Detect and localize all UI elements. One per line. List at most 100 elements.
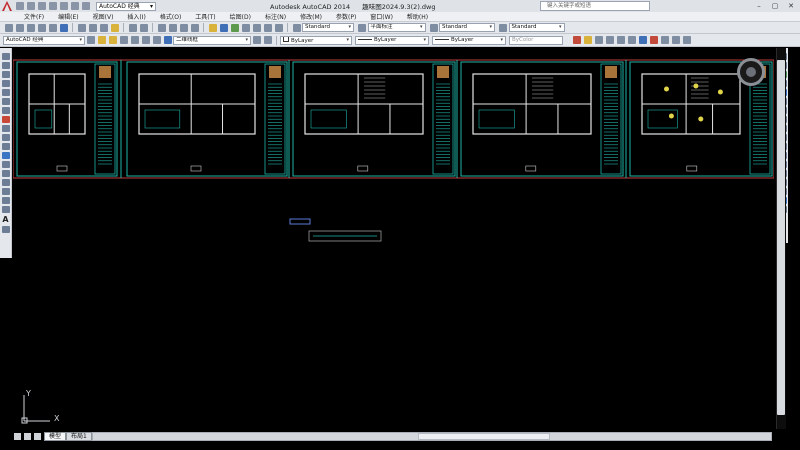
maximize-icon[interactable]: ▢ [770, 0, 780, 12]
cut-icon[interactable] [77, 23, 86, 32]
arc-icon[interactable] [1, 98, 10, 105]
zoom-realtime-icon[interactable] [168, 23, 177, 32]
menu-view[interactable]: 视图(V) [93, 12, 114, 21]
zoom-window-icon[interactable] [179, 23, 188, 32]
minimize-icon[interactable]: – [754, 0, 764, 12]
open-icon[interactable] [15, 23, 24, 32]
menu-draw[interactable]: 绘图(D) [230, 12, 251, 21]
menu-tools[interactable]: 工具(T) [195, 12, 215, 21]
paste-icon[interactable] [99, 23, 108, 32]
workspace-switcher[interactable]: AutoCAD 经典 ▾ [96, 1, 156, 11]
new-icon[interactable] [4, 23, 13, 32]
preview-icon[interactable] [48, 23, 57, 32]
drawing-canvas[interactable] [13, 48, 774, 429]
point-icon[interactable] [1, 170, 10, 177]
quickcalc-icon[interactable] [263, 23, 272, 32]
circle-icon[interactable] [1, 107, 10, 114]
plot-icon[interactable] [60, 2, 68, 10]
redo-icon[interactable] [139, 23, 148, 32]
polygon-icon[interactable] [1, 80, 10, 87]
gradient-icon[interactable] [1, 188, 10, 195]
revision-cloud-icon[interactable] [1, 116, 10, 123]
save-icon[interactable] [38, 2, 46, 10]
make-current-icon[interactable] [252, 36, 261, 44]
view-right-icon[interactable] [627, 36, 636, 44]
new-file-icon[interactable] [16, 2, 24, 10]
table-icon[interactable] [1, 206, 10, 213]
next-tab-icon[interactable] [34, 433, 41, 440]
view-front-icon[interactable] [594, 36, 603, 44]
add-selected-icon[interactable] [1, 226, 10, 233]
save-icon[interactable] [26, 23, 35, 32]
help-icon[interactable] [274, 23, 283, 32]
hatch-icon[interactable] [1, 179, 10, 186]
menu-file[interactable]: 文件(F) [24, 12, 44, 21]
lightbulb-icon[interactable] [108, 36, 117, 44]
color-select[interactable]: ByLayer ▾ [280, 35, 352, 45]
sun-icon[interactable] [119, 36, 128, 44]
view-bottom-icon[interactable] [649, 36, 658, 44]
table-style-select[interactable]: Standard ▾ [439, 23, 495, 32]
multileader-style-select[interactable]: Standard ▾ [508, 23, 565, 32]
publish-icon[interactable] [59, 23, 68, 32]
menu-help[interactable]: 帮助(H) [407, 12, 428, 21]
match-properties-icon[interactable] [110, 23, 119, 32]
multiline-text-icon[interactable]: A [2, 215, 10, 224]
zoom-previous-icon[interactable] [190, 23, 199, 32]
autocad-logo-icon[interactable] [0, 0, 14, 12]
line-icon[interactable] [1, 53, 10, 60]
redo-icon[interactable] [82, 2, 90, 10]
vertical-scroll-thumb[interactable] [777, 60, 785, 415]
menu-modify[interactable]: 修改(M) [300, 12, 322, 21]
menu-format[interactable]: 格式(O) [160, 12, 181, 21]
print-icon[interactable] [37, 23, 46, 32]
markup-icon[interactable] [252, 23, 261, 32]
text-style-select[interactable]: Standard ▾ [302, 23, 354, 32]
view-iso-icon[interactable] [638, 36, 647, 44]
horizontal-scroll-thumb[interactable] [418, 433, 550, 440]
ellipse-icon[interactable] [1, 134, 10, 141]
navigation-wheel-icon[interactable] [737, 58, 765, 86]
view-top-icon[interactable] [605, 36, 614, 44]
first-tab-icon[interactable] [14, 433, 21, 440]
copy-icon[interactable] [88, 23, 97, 32]
ucs-icon[interactable] [682, 36, 691, 44]
open-file-icon[interactable] [27, 2, 35, 10]
undo-icon[interactable] [128, 23, 137, 32]
tool-palettes-icon[interactable] [230, 23, 239, 32]
make-block-icon[interactable] [1, 161, 10, 168]
layer-state-icon[interactable] [152, 36, 161, 44]
layer-properties-icon[interactable] [97, 36, 106, 44]
save-as-icon[interactable] [49, 2, 57, 10]
rectangle-icon[interactable] [1, 89, 10, 96]
workspace-settings-icon[interactable] [86, 36, 95, 44]
orbit-icon[interactable] [572, 36, 581, 44]
layer-match-icon[interactable] [263, 36, 272, 44]
search-input[interactable]: 键入关键字或短语 [540, 1, 650, 11]
polyline-icon[interactable] [1, 71, 10, 78]
design-center-icon[interactable] [219, 23, 228, 32]
sheet-set-icon[interactable] [241, 23, 250, 32]
undo-icon[interactable] [71, 2, 79, 10]
layer-previous-icon[interactable] [141, 36, 150, 44]
tab-layout1[interactable]: 布局1 [66, 432, 92, 441]
view-left-icon[interactable] [616, 36, 625, 44]
visual-style-select[interactable]: 二维线框 ▾ [173, 35, 251, 45]
close-icon[interactable]: ✕ [786, 0, 796, 12]
lineweight-select[interactable]: ByLayer ▾ [432, 35, 506, 45]
menu-parametric[interactable]: 参数(P) [336, 12, 356, 21]
ellipse-arc-icon[interactable] [1, 143, 10, 150]
view-back-icon[interactable] [660, 36, 669, 44]
menu-window[interactable]: 窗口(W) [370, 12, 393, 21]
construction-line-icon[interactable] [1, 62, 10, 69]
workspace-select[interactable]: AutoCAD 经典 ▾ [3, 35, 85, 45]
named-views-icon[interactable] [671, 36, 680, 44]
menu-insert[interactable]: 插入(I) [127, 12, 145, 21]
tab-model[interactable]: 模型 [44, 432, 67, 441]
insert-block-icon[interactable] [1, 152, 10, 159]
camera-icon[interactable] [583, 36, 592, 44]
previous-tab-icon[interactable] [24, 433, 31, 440]
pan-icon[interactable] [157, 23, 166, 32]
properties-icon[interactable] [208, 23, 217, 32]
linetype-select[interactable]: ByLayer ▾ [355, 35, 429, 45]
